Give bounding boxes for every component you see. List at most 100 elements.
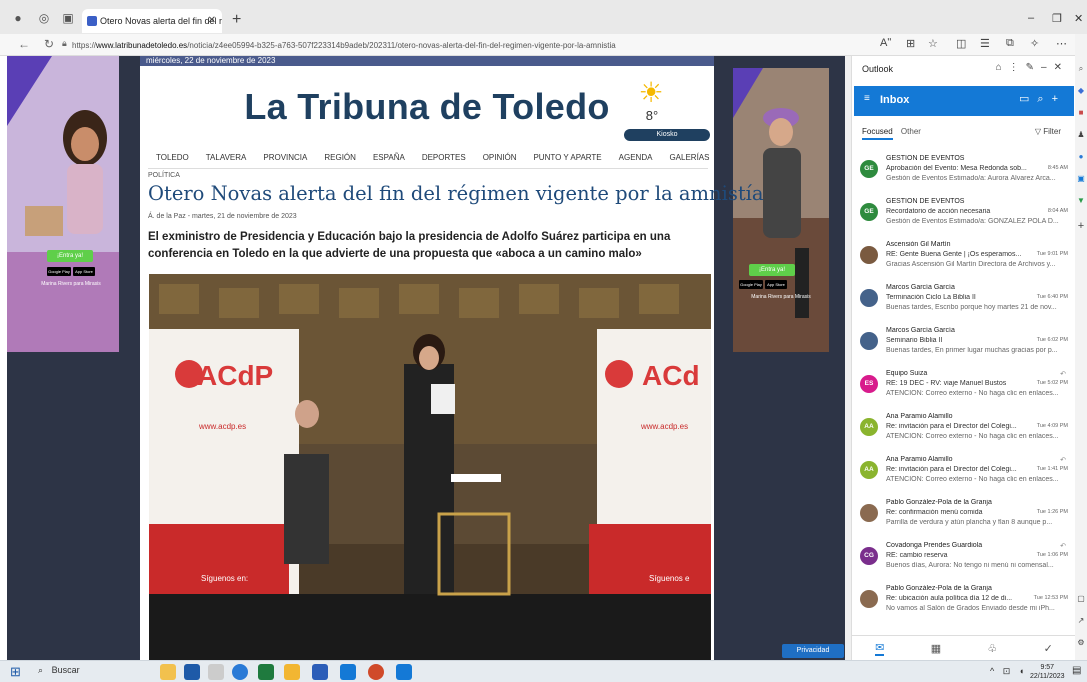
taskbar-widgets-icon[interactable] [160,664,176,680]
workspaces-icon[interactable]: ◎ [36,10,52,26]
left-app-store-badge[interactable]: App Store [73,267,95,276]
tab-active[interactable]: Otero Novas alerta del fin del ré ✕ [82,9,222,33]
site-logo[interactable]: La Tribuna de Toledo [140,86,714,128]
people-icon[interactable]: ♧ [987,642,997,655]
message-sender: Equipo Suiza [886,370,928,377]
tab-other[interactable]: Other [901,127,921,136]
profile-icon[interactable]: ● [10,10,26,26]
todo-icon[interactable]: ✓ [1044,642,1053,655]
taskbar-excel-icon[interactable] [258,664,274,680]
article-photo[interactable]: ACdP ACd www.acdp.es www.acdp.es Sígueno… [149,274,711,660]
sidebar-search-icon[interactable]: ⌕ [1075,64,1087,74]
refresh-icon[interactable]: ↻ [44,37,54,51]
left-google-play-badge[interactable]: Google Play [47,267,71,276]
kiosko-button[interactable]: Kiosko [624,129,710,141]
nav-item-punto-y-aparte[interactable]: PUNTO Y APARTE [533,153,601,165]
inbox-label[interactable]: Inbox [880,94,909,106]
left-ad-caption: Marina Rivers para Mirasis [41,281,101,287]
message-row[interactable]: Pablo González-Pola de la Granja Re: ubic… [852,582,1076,624]
sidebar-add-icon[interactable]: + [1075,220,1087,232]
calendar-icon[interactable]: ▦ [931,642,941,655]
taskbar-copilot-icon[interactable] [184,664,200,680]
message-row[interactable]: CG Covadonga Prendes Guardiola ↶ RE: cambio… [852,539,1076,581]
filter-button[interactable]: ▽ Filter [1035,127,1061,136]
message-preview: Gracias Ascensión Gil Martín Directora d… [886,261,1056,268]
close-window-icon[interactable]: ✕ [1074,12,1083,25]
nav-item-deportes[interactable]: DEPORTES [422,153,466,165]
system-tray[interactable]: ^ ⊡ ◖ [990,666,1027,677]
taskbar-outlook2-icon[interactable] [396,664,412,680]
right-ad-banner[interactable]: ¡Entra ya! Google Play App Store Marina … [733,68,829,352]
collections-icon[interactable]: ⧉ [1006,37,1014,50]
privacy-button[interactable]: Privacidad [782,644,844,658]
mail-icon[interactable]: ✉ [875,641,885,656]
sidebar-drop-icon[interactable]: ▼ [1075,196,1087,205]
right-google-play-badge[interactable]: Google Play [739,280,763,289]
hamburger-icon[interactable]: ≡ [864,93,870,104]
nav-item-opinion[interactable]: OPINIÓN [483,153,517,165]
taskbar-search[interactable]: ⌕ Buscar [38,665,80,676]
sidebar-copilot-icon[interactable]: ◆ [1075,86,1087,95]
outlook-pane-controls[interactable]: ⌂⋮✎–✕ [996,62,1069,73]
nav-item-region[interactable]: REGIÓN [324,153,356,165]
edge-sidebar: ⌕ ◆ ■ ♟ ● ▣ ▼ + ▢ ↗ ⚙ [1075,34,1087,660]
message-row[interactable]: Marcos García García Terminación Ciclo La… [852,281,1076,323]
message-row[interactable]: AA Ana Paramio Alamillo Re: invitación par… [852,410,1076,452]
new-tab-icon[interactable]: + [232,11,241,29]
sender-avatar [860,504,878,522]
message-row[interactable]: Pablo González-Pola de la Granja Re: conf… [852,496,1076,538]
message-row[interactable]: Ascensión Gil Martín RE: Gente Buena Gent… [852,238,1076,280]
nav-item-espana[interactable]: ESPAÑA [373,153,405,165]
sidebar-games-icon[interactable]: ● [1075,152,1087,161]
taskbar-explorer-icon[interactable] [284,664,300,680]
left-ad-cta-button[interactable]: ¡Entra ya! [47,250,93,262]
read-aloud-icon[interactable]: Aʺ [880,37,891,49]
filter-label: Filter [1043,127,1061,136]
extensions-icon[interactable]: ✧ [1030,37,1039,50]
tab-close-icon[interactable]: ✕ [208,9,216,33]
minimize-icon[interactable]: – [1028,12,1034,24]
taskbar-chrome-icon[interactable] [368,664,384,680]
nav-item-talavera[interactable]: TALAVERA [206,153,247,165]
taskbar-word-icon[interactable] [312,664,328,680]
message-row[interactable]: AA Ana Paramio Alamillo ↶ Re: invitación pa… [852,453,1076,495]
nav-item-provincia[interactable]: PROVINCIA [263,153,307,165]
tab-focused[interactable]: Focused [862,127,893,140]
tab-actions-icon[interactable]: ▣ [60,10,76,26]
taskbar-clock[interactable]: 9:57 22/11/2023 [1030,663,1065,681]
right-app-store-badge[interactable]: App Store [765,280,787,289]
more-icon[interactable]: ⋯ [1056,37,1067,50]
message-time: Tue 5:02 PM [1036,380,1068,386]
sidebar-shopping-icon[interactable]: ■ [1075,108,1087,117]
sidebar-tools-icon[interactable]: ♟ [1075,130,1087,139]
sidebar-outlook-icon[interactable]: ▣ [1075,174,1087,183]
sidebar-layout-icon[interactable]: ▢ [1075,594,1087,603]
inbox-actions[interactable]: ▭⌕+ [1019,92,1066,106]
nav-item-agenda[interactable]: AGENDA [619,153,653,165]
notifications-icon[interactable]: ▤ [1072,665,1081,676]
favorites-icon[interactable]: ☰ [980,37,990,50]
message-row[interactable]: ES Equipo Suiza ↶ RE: 19 DEC - RV: viaje Ma… [852,367,1076,409]
lock-icon[interactable]: 🔒︎ [62,38,67,49]
left-ad-banner[interactable]: ¡Entra ya! Google Play App Store Marina … [7,56,119,352]
favorite-star-icon[interactable]: ☆ [928,37,938,50]
app-available-icon[interactable]: ⊞ [906,37,915,50]
split-screen-icon[interactable]: ◫ [956,37,966,50]
sidebar-external-icon[interactable]: ↗ [1075,616,1087,625]
article-section[interactable]: POLÍTICA [148,172,180,179]
right-ad-cta-button[interactable]: ¡Entra ya! [749,264,795,276]
nav-item-galerias[interactable]: GALERÍAS [669,153,709,165]
url-field[interactable]: https://www.latribunadetoledo.es/noticia… [72,37,832,54]
restore-icon[interactable]: ❐ [1052,12,1062,25]
sender-avatar: ES [860,375,878,393]
sidebar-settings-icon[interactable]: ⚙ [1075,638,1087,647]
windows-start-icon[interactable]: ⊞ [10,665,24,679]
taskbar-edge-icon[interactable] [232,664,248,680]
message-row[interactable]: GE GESTION DE EVENTOS Aprobación del Event… [852,152,1076,194]
message-row[interactable]: Marcos García García Seminario Biblia II T… [852,324,1076,366]
back-icon[interactable]: ← [18,37,30,51]
taskbar-outlook-icon[interactable] [340,664,356,680]
nav-item-toledo[interactable]: TOLEDO [156,153,189,165]
taskbar-taskview-icon[interactable] [208,664,224,680]
message-row[interactable]: GE GESTION DE EVENTOS Recordatorio de acci… [852,195,1076,237]
